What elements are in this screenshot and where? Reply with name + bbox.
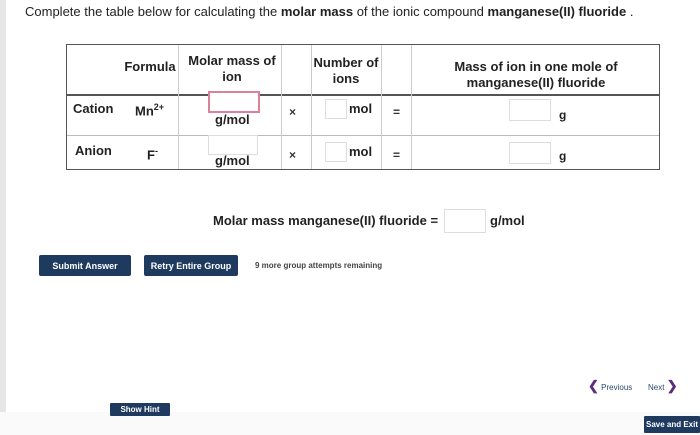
cation-mass-unit: g bbox=[559, 108, 567, 122]
retry-group-button[interactable]: Retry Entire Group bbox=[144, 255, 238, 276]
header-molar-mass-line1: Molar mass of bbox=[188, 53, 276, 68]
cation-molar-unit: g/mol bbox=[215, 112, 250, 127]
anion-count-input[interactable] bbox=[325, 142, 347, 162]
times-sign: × bbox=[289, 148, 297, 162]
molar-mass-table: Formula Molar mass of ion Number of ions… bbox=[66, 44, 660, 170]
header-molar-mass: Molar mass of ion bbox=[183, 53, 281, 85]
left-scroll-edge bbox=[0, 0, 6, 435]
attempts-remaining-text: 9 more group attempts remaining bbox=[255, 261, 383, 270]
formula-mn-symbol: Mn bbox=[135, 103, 154, 119]
cation-mass-input[interactable] bbox=[509, 99, 551, 121]
header-divider bbox=[67, 94, 659, 96]
submit-answer-button[interactable]: Submit Answer bbox=[39, 255, 131, 276]
formula-f-symbol: F bbox=[147, 147, 155, 163]
chevron-right-icon: ❯ bbox=[666, 378, 678, 393]
row-label-cation: Cation bbox=[73, 101, 114, 116]
total-molar-mass-unit: g/mol bbox=[490, 213, 525, 228]
total-molar-mass-label: Molar mass manganese(II) fluoride = bbox=[213, 213, 439, 228]
header-molar-mass-line2: ion bbox=[222, 69, 242, 84]
header-number-line2: ions bbox=[332, 71, 360, 86]
bottom-bar bbox=[0, 412, 700, 435]
header-mass-line2: manganese(II) fluoride bbox=[466, 75, 606, 90]
anion-mass-unit: g bbox=[559, 149, 567, 163]
col-divider bbox=[281, 45, 282, 169]
save-exit-button[interactable]: Save and Exit bbox=[644, 416, 700, 433]
equals-sign: = bbox=[393, 105, 401, 119]
col-divider bbox=[411, 45, 412, 169]
formula-mn: Mn2+ bbox=[135, 102, 164, 118]
question-middle: of the ionic compound bbox=[353, 4, 488, 19]
anion-count-unit: mol bbox=[349, 144, 373, 159]
header-formula: Formula bbox=[124, 59, 176, 74]
next-label: Next bbox=[648, 383, 665, 392]
col-divider bbox=[381, 45, 382, 169]
anion-molar-unit: g/mol bbox=[215, 153, 250, 168]
header-number-line1: Number of bbox=[313, 55, 379, 70]
question-bold-compound: manganese(II) fluoride bbox=[487, 4, 627, 19]
formula-mn-charge: 2+ bbox=[153, 102, 165, 112]
question-suffix: . bbox=[626, 4, 634, 19]
anion-molar-mass-input[interactable] bbox=[208, 135, 258, 155]
anion-mass-input[interactable] bbox=[509, 142, 551, 164]
formula-f: F- bbox=[147, 146, 158, 162]
cation-molar-mass-input[interactable] bbox=[208, 91, 260, 113]
cation-count-input[interactable] bbox=[325, 99, 347, 119]
next-link[interactable]: Next ❯ bbox=[648, 378, 678, 394]
question-text: Complete the table below for calculating… bbox=[25, 4, 633, 19]
row-divider bbox=[67, 135, 659, 136]
previous-label: Previous bbox=[601, 383, 633, 392]
header-mass-of-ion: Mass of ion in one mole of manganese(II)… bbox=[431, 59, 641, 91]
question-prefix: Complete the table below for calculating… bbox=[25, 4, 281, 19]
header-number-of-ions: Number of ions bbox=[311, 55, 381, 87]
equals-sign: = bbox=[393, 148, 401, 162]
total-molar-mass-input[interactable] bbox=[444, 209, 486, 233]
show-hint-button[interactable]: Show Hint bbox=[110, 403, 170, 416]
cation-count-unit: mol bbox=[349, 101, 373, 116]
question-bold-molar-mass: molar mass bbox=[280, 4, 354, 19]
chevron-left-icon: ❮ bbox=[588, 378, 599, 393]
previous-link[interactable]: ❮ Previous bbox=[588, 378, 632, 394]
row-label-anion: Anion bbox=[75, 143, 112, 158]
formula-f-charge: - bbox=[154, 146, 158, 156]
times-sign: × bbox=[289, 105, 297, 119]
header-mass-line1: Mass of ion in one mole of bbox=[454, 59, 618, 74]
